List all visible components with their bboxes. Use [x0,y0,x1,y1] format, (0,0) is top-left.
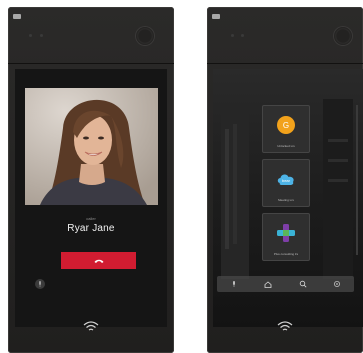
indicator-icon [212,14,220,19]
wifi-nfc-icon [83,321,99,331]
end-call-button[interactable] [61,252,136,269]
caller-portrait [25,88,158,205]
cloud-app-icon: bear [277,174,294,185]
settings-icon [333,281,340,287]
top-bezel [8,7,174,64]
caller-photo [25,88,158,205]
svg-text:G: G [283,121,289,130]
nfc-reader[interactable] [207,321,363,335]
sensor-dot [241,34,244,37]
circle-app-icon: G [277,116,295,134]
scrollbar[interactable] [356,105,358,255]
bottom-dock [217,276,354,292]
sensor-dot [231,34,234,37]
app-tile-meeting[interactable]: bear Meeting Lrs [262,159,310,207]
cross-app-icon [277,224,295,242]
intercom-device-left: caller Ryar Jane [8,7,174,353]
wifi-nfc-icon [277,321,293,331]
dock-settings-button[interactable] [332,279,342,289]
caller-name: Ryar Jane [67,223,115,234]
mic-icon [39,281,41,287]
app-label: Meeting Lrs [278,198,294,202]
svg-text:bear: bear [282,178,291,183]
mic-icon [233,281,236,287]
search-icon [299,280,307,288]
app-label: Plus consulting lrs [273,252,299,256]
dock-mic-button[interactable] [229,279,239,289]
mute-button[interactable] [35,279,45,289]
app-menu-screen: G Unlocked Lrs bear Meeting Lrs Plus con… [213,69,363,327]
indicator-icon [13,14,21,19]
sensor-dot [40,34,43,37]
top-bezel [207,7,363,64]
app-label: Unlocked Lrs [277,144,295,148]
caller-label: caller [86,216,96,221]
nfc-reader[interactable] [8,321,174,335]
dock-home-button[interactable] [263,279,273,289]
call-screen: caller Ryar Jane [15,69,167,327]
sensor-dot [29,34,32,37]
home-icon [264,280,272,288]
app-tile-unlocked[interactable]: G Unlocked Lrs [262,105,310,153]
camera-icon [135,26,155,46]
dock-search-button[interactable] [298,279,308,289]
camera-icon [333,26,353,46]
hangup-icon [94,259,103,263]
intercom-device-right: G Unlocked Lrs bear Meeting Lrs Plus con… [207,7,363,353]
app-tile-plus-consulting[interactable]: Plus consulting lrs [262,213,310,261]
